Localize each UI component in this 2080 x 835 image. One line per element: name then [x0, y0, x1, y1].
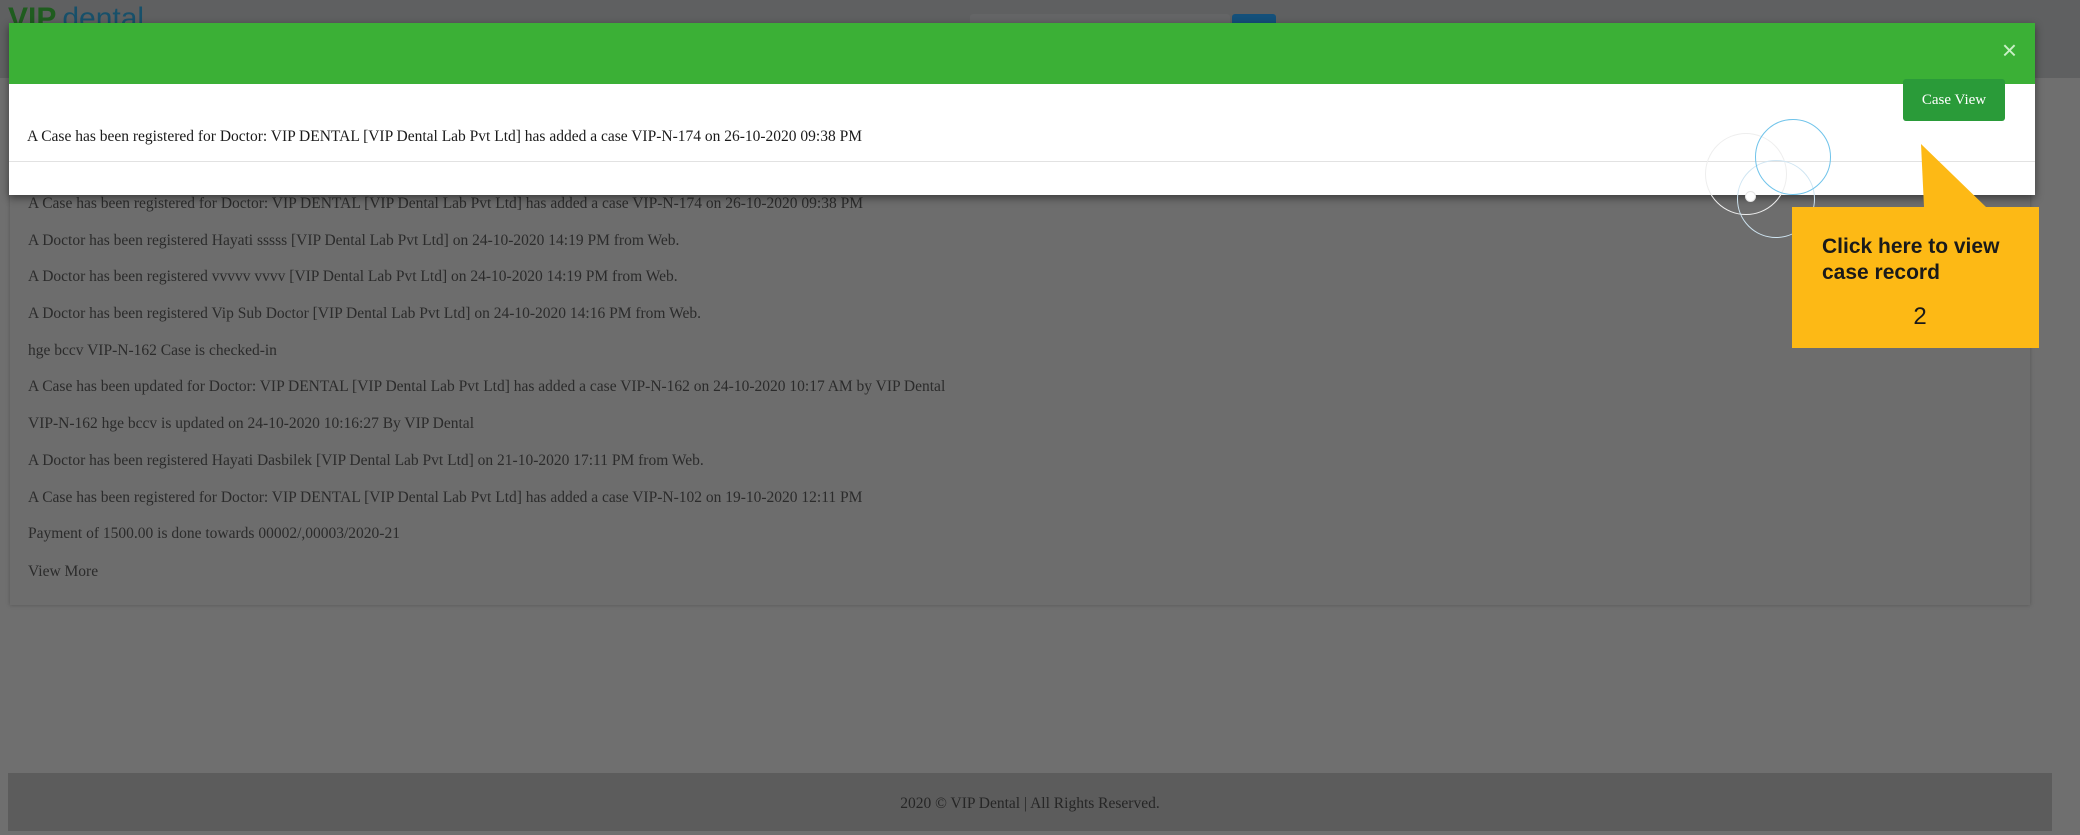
modal-header: × — [9, 23, 2035, 84]
list-item[interactable]: VIP-N-162 hge bccv is updated on 24-10-2… — [28, 412, 945, 449]
notification-list: A Case has been registered for Doctor: V… — [28, 192, 945, 559]
footer-copyright: 2020 © VIP Dental | All Rights Reserved. — [900, 795, 1160, 812]
modal-message: A Case has been registered for Doctor: V… — [27, 128, 863, 145]
list-item[interactable]: A Doctor has been registered vvvvv vvvv … — [28, 265, 945, 302]
list-item[interactable]: hge bccv VIP-N-162 Case is checked-in — [28, 339, 945, 376]
list-item[interactable]: A Case has been updated for Doctor: VIP … — [28, 375, 945, 412]
list-item[interactable]: A Doctor has been registered Hayati Dasb… — [28, 449, 945, 486]
page-footer: 2020 © VIP Dental | All Rights Reserved. — [8, 773, 2052, 831]
callout-step-number: 2 — [1913, 303, 1927, 330]
list-item[interactable]: A Case has been registered for Doctor: V… — [28, 486, 945, 523]
case-notification-modal: × A Case has been registered for Doctor:… — [9, 23, 2035, 195]
list-item[interactable]: A Doctor has been registered Hayati ssss… — [28, 229, 945, 266]
case-view-button[interactable]: Case View — [1903, 79, 2005, 121]
list-item[interactable]: Payment of 1500.00 is done towards 00002… — [28, 522, 945, 559]
modal-body: A Case has been registered for Doctor: V… — [9, 84, 2035, 184]
list-item[interactable]: A Case has been registered for Doctor: V… — [28, 192, 945, 229]
callout-text: Click here to view case record — [1822, 235, 2000, 284]
list-item[interactable]: A Doctor has been registered Vip Sub Doc… — [28, 302, 945, 339]
view-more-link[interactable]: View More — [28, 563, 98, 581]
close-icon[interactable]: × — [2002, 37, 2017, 63]
click-indicator-dot — [1745, 191, 1756, 202]
modal-divider — [9, 161, 2035, 162]
